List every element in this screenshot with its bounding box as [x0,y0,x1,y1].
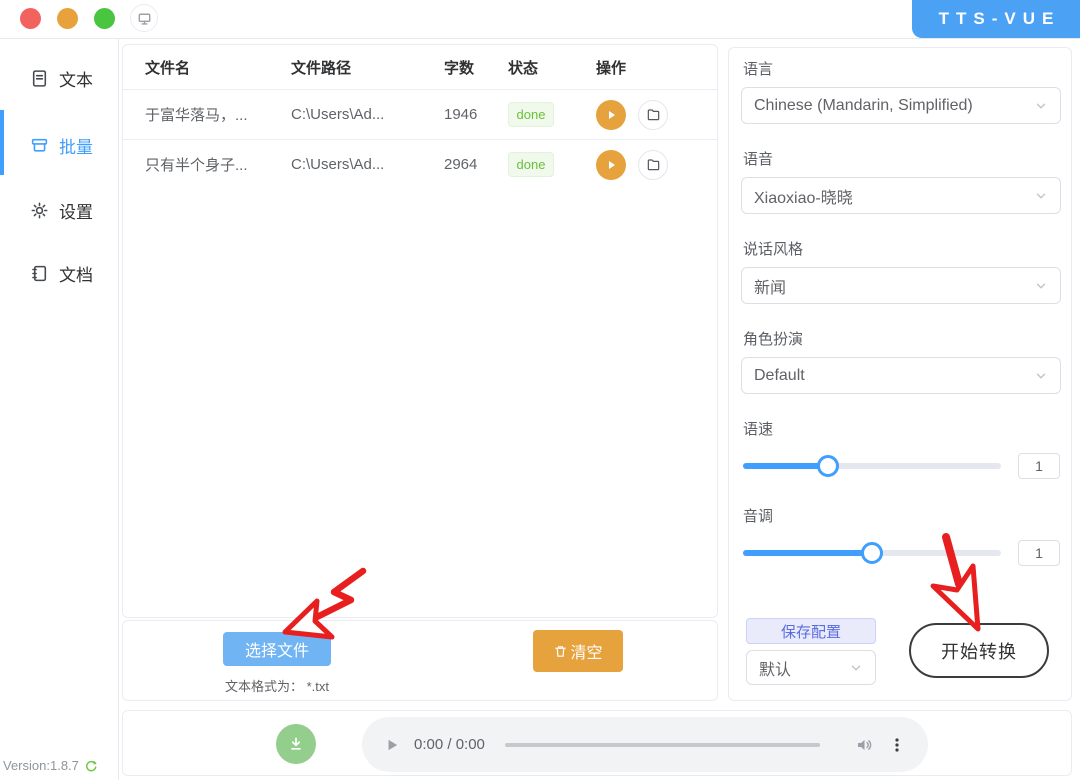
column-header-filepath: 文件路径 [291,57,444,78]
play-file-button[interactable] [596,100,626,130]
folder-icon [646,107,661,122]
tts-vue-window: TTS-VUE 文本 批量 设置 [0,0,1080,780]
chevron-down-icon [849,661,863,675]
config-select-value: 默认 [759,656,791,680]
audio-player-bar: 0:00 / 0:00 [122,710,1072,776]
voice-label: 语音 [743,148,1061,169]
book-icon [30,264,49,283]
chevron-down-icon [1034,99,1048,113]
column-header-actions: 操作 [596,57,717,78]
pitch-slider[interactable] [743,550,1001,556]
pitch-value-input[interactable]: 1 [1018,540,1060,566]
volume-icon[interactable] [854,735,874,755]
sidebar-item-text[interactable]: 文本 [0,50,118,106]
speed-value-input[interactable]: 1 [1018,453,1060,479]
table-row: 只有半个身子... C:\Users\Ad... 2964 done [123,139,717,189]
style-label: 说话风格 [743,238,1061,259]
start-convert-button[interactable]: 开始转换 [909,623,1049,678]
sidebar: 文本 批量 设置 文档 [0,39,119,780]
sidebar-item-settings[interactable]: 设置 [0,182,118,238]
play-icon [604,108,618,122]
play-file-button[interactable] [596,150,626,180]
file-path: C:\Users\Ad... [291,156,444,173]
audio-player: 0:00 / 0:00 [362,717,928,772]
word-count: 1946 [444,106,508,123]
pitch-slider-handle[interactable] [861,542,883,564]
download-audio-button[interactable] [276,724,316,764]
word-count: 2964 [444,156,508,173]
sidebar-item-label: 文档 [59,261,93,286]
download-icon [287,735,305,753]
app-logo: TTS-VUE [912,0,1080,38]
sidebar-item-label: 设置 [59,198,93,223]
document-icon [30,69,49,88]
monitor-button[interactable] [130,4,158,32]
role-value: Default [754,367,805,385]
speed-slider-handle[interactable] [817,455,839,477]
column-header-status: 状态 [508,57,596,78]
voice-select[interactable]: Xiaoxiao-晓晓 [741,177,1061,214]
role-select[interactable]: Default [741,357,1061,394]
table-row: 于富华落马，... C:\Users\Ad... 1946 done [123,89,717,139]
open-folder-button[interactable] [638,100,668,130]
batch-file-table: 文件名 文件路径 字数 状态 操作 于富华落马，... C:\Users\Ad.… [122,44,718,618]
sidebar-item-batch[interactable]: 批量 [0,117,118,173]
chevron-down-icon [1034,189,1048,203]
audio-progress-bar[interactable] [505,743,820,747]
chevron-down-icon [1034,369,1048,383]
language-select[interactable]: Chinese (Mandarin, Simplified) [741,87,1061,124]
select-file-button[interactable]: 选择文件 [223,632,331,666]
refresh-icon[interactable] [84,759,98,773]
file-path: C:\Users\Ad... [291,106,444,123]
column-header-filename: 文件名 [145,57,291,78]
voice-value: Xiaoxiao-晓晓 [754,184,853,208]
status-badge: done [508,102,554,127]
save-config-button[interactable]: 保存配置 [746,618,876,644]
status-badge: done [508,152,554,177]
folder-icon [646,157,661,172]
titlebar: TTS-VUE [0,0,1080,39]
chevron-down-icon [1034,279,1048,293]
file-name: 于富华落马，... [145,104,291,125]
voice-settings-panel: 语言 Chinese (Mandarin, Simplified) 语音 Xia… [728,47,1072,701]
sidebar-item-label: 批量 [59,133,93,158]
audio-play-icon[interactable] [384,737,400,753]
column-header-wordcount: 字数 [444,57,508,78]
minimize-window-button[interactable] [57,8,78,29]
style-value: 新闻 [754,274,786,298]
gear-icon [30,201,49,220]
sidebar-item-label: 文本 [59,66,93,91]
speed-label: 语速 [743,418,1061,439]
pitch-slider-row: 1 [743,540,1061,566]
pitch-slider-fill [743,550,872,556]
speed-slider-fill [743,463,828,469]
version-info: Version:1.8.7 [3,758,98,773]
trash-icon [553,644,568,659]
language-label: 语言 [743,58,1061,79]
monitor-icon [136,10,153,27]
file-actions-bar: 选择文件 文本格式为： *.txt 清空 [122,620,718,701]
table-header: 文件名 文件路径 字数 状态 操作 [123,45,717,89]
batch-icon [30,136,49,155]
pitch-label: 音调 [743,505,1061,526]
style-select[interactable]: 新闻 [741,267,1061,304]
play-icon [604,158,618,172]
config-select[interactable]: 默认 [746,650,876,685]
audio-time: 0:00 / 0:00 [414,736,485,753]
language-value: Chinese (Mandarin, Simplified) [754,97,973,115]
version-text: Version:1.8.7 [3,758,79,773]
role-label: 角色扮演 [743,328,1061,349]
close-window-button[interactable] [20,8,41,29]
speed-slider-row: 1 [743,453,1061,479]
format-hint: 文本格式为： *.txt [225,676,329,695]
more-options-icon[interactable] [888,736,906,754]
clear-list-button[interactable]: 清空 [533,630,623,672]
maximize-window-button[interactable] [94,8,115,29]
file-name: 只有半个身子... [145,154,291,175]
speed-slider[interactable] [743,463,1001,469]
clear-button-label: 清空 [570,639,602,663]
sidebar-item-docs[interactable]: 文档 [0,245,118,301]
open-folder-button[interactable] [638,150,668,180]
